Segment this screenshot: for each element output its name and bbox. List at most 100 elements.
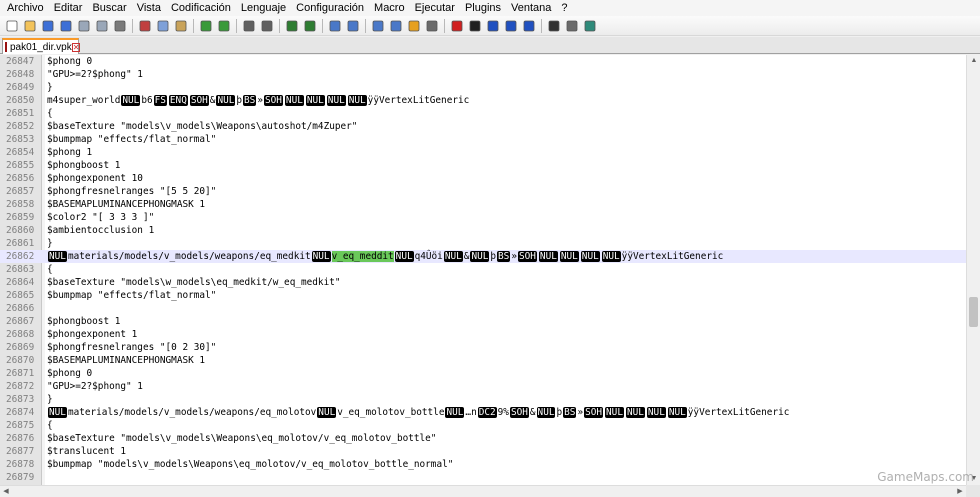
vertical-scroll-thumb[interactable] (969, 297, 978, 327)
control-char-token: SOH (263, 95, 283, 106)
paste-icon[interactable] (173, 18, 189, 34)
code-line: 26858 $BASEMAPLUMINANCEPHONGMASK 1 (0, 198, 966, 211)
sync-h-icon[interactable] (345, 18, 361, 34)
control-char-token: NUL (445, 407, 465, 418)
save-all-icon[interactable] (58, 18, 74, 34)
menu-item-0[interactable]: Archivo (2, 0, 49, 16)
line-text: { (42, 107, 53, 120)
cut-icon[interactable] (137, 18, 153, 34)
doc-map-icon[interactable] (424, 18, 440, 34)
line-number: 26859 (6, 212, 35, 223)
menu-item-9[interactable]: Plugins (460, 0, 506, 16)
code-line: 26862 NUL materials/models/v_models/weapon… (0, 250, 966, 263)
line-text: $color2 "[ 3 3 3 ]" (42, 211, 154, 224)
menu-item-2[interactable]: Buscar (87, 0, 131, 16)
text-editor[interactable]: 26847 $phong 0 26848 "GPU>=2?$phong" 1 26849… (0, 55, 980, 485)
new-file-icon[interactable] (4, 18, 20, 34)
control-char-token: BS (497, 251, 511, 262)
text-segment: } (47, 82, 53, 93)
scroll-right-icon[interactable]: ▶ (954, 486, 966, 497)
find-icon[interactable] (241, 18, 257, 34)
syntax-icon[interactable] (564, 18, 580, 34)
line-text: $baseTexture "models\v_models\Weapons\au… (42, 120, 357, 133)
word-wrap-icon[interactable] (370, 18, 386, 34)
text-segment: $ambientocclusion 1 (47, 225, 155, 236)
text-segment: { (47, 264, 53, 275)
sync-v-icon[interactable] (327, 18, 343, 34)
zoom-in-icon[interactable] (284, 18, 300, 34)
close-icon[interactable] (76, 18, 92, 34)
editor-lines: 26847 $phong 0 26848 "GPU>=2?$phong" 1 26849… (0, 55, 966, 484)
code-line: 26859 $color2 "[ 3 3 3 ]" (0, 211, 966, 224)
line-number: 26857 (6, 186, 35, 197)
text-segment: $bumpmap "effects/flat_normal" (47, 290, 217, 301)
control-char-token: NUL (311, 251, 331, 262)
play-multiple-icon[interactable] (503, 18, 519, 34)
scroll-up-icon[interactable]: ▲ (967, 55, 980, 67)
line-number: 26873 (6, 394, 35, 405)
menu-item-6[interactable]: Configuración (291, 0, 369, 16)
control-char-token: NUL (394, 251, 414, 262)
vertical-scrollbar[interactable]: ▲ ▼ (966, 55, 980, 485)
save-macro-icon[interactable] (521, 18, 537, 34)
text-segment: $bumpmap "models\v_models\Weapons\eq_mol… (47, 459, 454, 470)
copy-icon[interactable] (155, 18, 171, 34)
spellcheck-icon[interactable] (582, 18, 598, 34)
line-text (42, 302, 47, 315)
control-char-token: NUL (326, 95, 346, 106)
zoom-out-icon[interactable] (302, 18, 318, 34)
text-segment: þ (556, 407, 563, 418)
menu-item-7[interactable]: Macro (369, 0, 410, 16)
control-char-token: NUL (121, 95, 141, 106)
line-text: $baseTexture "models\v_models\Weapons\eq… (42, 432, 436, 445)
control-char-token: NUL (667, 407, 687, 418)
text-segment: q4Ûöi (414, 251, 443, 262)
indent-guide-icon[interactable] (406, 18, 422, 34)
menu-item-10[interactable]: Ventana (506, 0, 556, 16)
open-file-icon[interactable] (22, 18, 38, 34)
line-text: "GPU>=2?$phong" 1 (42, 380, 143, 393)
text-segment: v_eq_molotov_bottle (337, 407, 445, 418)
line-text: $baseTexture "models\w_models\eq_medkit/… (42, 276, 341, 289)
record-macro-icon[interactable] (449, 18, 465, 34)
line-text: $phongboost 1 (42, 315, 120, 328)
line-text: $phongfresnelranges "[0 2 30]" (42, 341, 216, 354)
all-chars-icon[interactable] (388, 18, 404, 34)
play-macro-icon[interactable] (485, 18, 501, 34)
code-line: 26853 $bumpmap "effects/flat_normal" (0, 133, 966, 146)
menu-item-8[interactable]: Ejecutar (410, 0, 460, 16)
horizontal-scrollbar[interactable]: ◀ ▶ (0, 485, 966, 497)
function-list-icon[interactable] (546, 18, 562, 34)
text-segment: $phong 0 (47, 56, 93, 67)
redo-icon[interactable] (216, 18, 232, 34)
code-line: 26875 { (0, 419, 966, 432)
text-segment: $translucent 1 (47, 446, 127, 457)
print-icon[interactable] (112, 18, 128, 34)
save-icon[interactable] (40, 18, 56, 34)
text-segment: { (47, 420, 53, 431)
scroll-left-icon[interactable]: ◀ (0, 486, 12, 497)
toolbar-separator (193, 18, 194, 33)
menu-item-1[interactable]: Editar (49, 0, 88, 16)
replace-icon[interactable] (259, 18, 275, 34)
undo-icon[interactable] (198, 18, 214, 34)
control-char-token: NUL (470, 251, 490, 262)
close-all-icon[interactable] (94, 18, 110, 34)
menu-item-4[interactable]: Codificación (166, 0, 236, 16)
control-char-token: NUL (646, 407, 666, 418)
text-segment: $phong 0 (47, 368, 93, 379)
tab-pak01-dir-vpk[interactable]: pak01_dir.vpk ✕ (2, 38, 81, 54)
code-line: 26868 $phongexponent 1 (0, 328, 966, 341)
menu-item-3[interactable]: Vista (132, 0, 166, 16)
control-char-token: BS (563, 407, 577, 418)
menu-item-11[interactable]: ? (556, 0, 572, 16)
line-number: 26877 (6, 446, 35, 457)
close-icon[interactable]: ✕ (71, 42, 81, 52)
menu-item-5[interactable]: Lenguaje (236, 0, 291, 16)
line-number: 26851 (6, 108, 35, 119)
text-segment: materials/models/v_models/weapons/eq_mol… (67, 407, 317, 418)
toolbar-separator (322, 18, 323, 33)
tab-bar: pak01_dir.vpk ✕ (0, 37, 980, 54)
stop-record-icon[interactable] (467, 18, 483, 34)
line-number: 26863 (6, 264, 35, 275)
